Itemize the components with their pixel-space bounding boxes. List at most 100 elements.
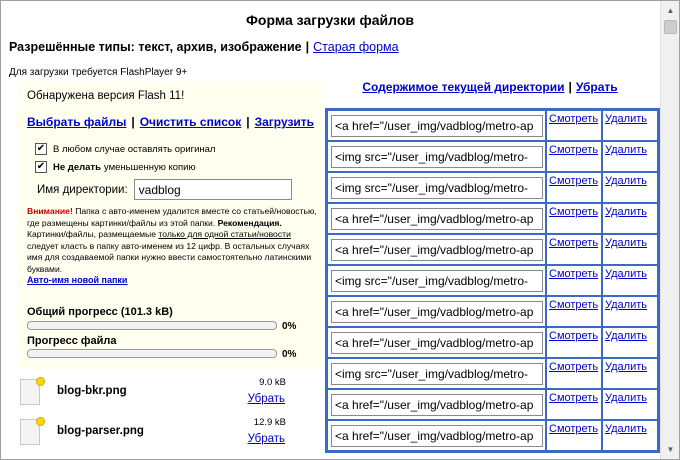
file-list-item: blog-parser.png 12.9 kB Убрать [18, 417, 298, 459]
code-cell [327, 327, 546, 358]
no-thumbnail-option[interactable]: ✔ Не делать уменьшенную копию [35, 161, 196, 173]
page-title: Форма загрузки файлов [245, 12, 415, 28]
delete-link[interactable]: Удалить [605, 361, 647, 373]
embed-code-field[interactable] [331, 425, 543, 447]
view-link[interactable]: Смотреть [549, 268, 598, 280]
code-cell [327, 141, 546, 172]
delete-cell: Удалить [602, 265, 658, 296]
delete-link[interactable]: Удалить [605, 392, 647, 404]
recommendation-body-2: следует класть в папку авто-именем из 12… [27, 240, 312, 274]
view-link[interactable]: Смотреть [549, 175, 598, 187]
table-row: Смотреть Удалить [327, 141, 658, 172]
keep-original-option[interactable]: ✔ В любом случае оставлять оригинал [35, 143, 215, 155]
uploader-panel: Обнаружена версия Flash 11! Выбрать файл… [17, 81, 321, 369]
code-cell [327, 296, 546, 327]
delete-link[interactable]: Удалить [605, 206, 647, 218]
view-link[interactable]: Смотреть [549, 361, 598, 373]
directory-remove-link[interactable]: Убрать [576, 80, 618, 94]
keep-original-checkbox[interactable]: ✔ [35, 143, 47, 155]
delete-link[interactable]: Удалить [605, 299, 647, 311]
separator: | [131, 115, 135, 129]
file-remove-link[interactable]: Убрать [248, 393, 285, 405]
view-cell: Смотреть [546, 327, 602, 358]
embed-code-field[interactable] [331, 394, 543, 416]
view-cell: Смотреть [546, 172, 602, 203]
view-cell: Смотреть [546, 358, 602, 389]
old-form-link[interactable]: Старая форма [313, 40, 398, 54]
delete-cell: Удалить [602, 327, 658, 358]
file-size: 9.0 kB [259, 377, 286, 388]
delete-link[interactable]: Удалить [605, 423, 647, 435]
delete-link[interactable]: Удалить [605, 175, 647, 187]
embed-code-field[interactable] [331, 115, 543, 137]
scrollbar-thumb[interactable] [664, 20, 677, 34]
embed-code-field[interactable] [331, 177, 543, 199]
select-files-link[interactable]: Выбрать файлы [27, 115, 126, 129]
view-link[interactable]: Смотреть [549, 299, 598, 311]
directory-files-table: Смотреть Удалить Смотреть Удалить Смотре… [325, 108, 660, 453]
total-progress-label: Общий прогресс (101.3 kB) [27, 306, 173, 318]
delete-link[interactable]: Удалить [605, 268, 647, 280]
recommendation-underline: только для одной статьи/новости [158, 229, 291, 239]
directory-name-row: Имя директории: [37, 179, 292, 200]
table-row: Смотреть Удалить [327, 234, 658, 265]
delete-link[interactable]: Удалить [605, 113, 647, 125]
recommendation-title: Рекомендация. [217, 217, 282, 228]
scroll-up-icon[interactable]: ▲ [663, 3, 678, 18]
directory-contents-link[interactable]: Содержимое текущей директории [362, 80, 564, 94]
embed-code-field[interactable] [331, 363, 543, 385]
embed-code-field[interactable] [331, 208, 543, 230]
scroll-down-icon[interactable]: ▼ [663, 442, 678, 457]
upload-link[interactable]: Загрузить [255, 115, 314, 129]
delete-cell: Удалить [602, 358, 658, 389]
code-cell [327, 234, 546, 265]
view-link[interactable]: Смотреть [549, 144, 598, 156]
delete-link[interactable]: Удалить [605, 237, 647, 249]
total-progress-bar [27, 321, 277, 330]
warning-title: Внимание! [27, 206, 73, 216]
directory-links: Содержимое текущей директории | Убрать [327, 80, 653, 94]
delete-cell: Удалить [602, 141, 658, 172]
uploader-actions: Выбрать файлы | Очистить список | Загрузить [27, 115, 314, 129]
vertical-scrollbar[interactable]: ▲ ▼ [660, 1, 679, 459]
view-cell: Смотреть [546, 389, 602, 420]
allowed-types-line: Разрешённые типы: текст, архив, изображе… [9, 40, 399, 54]
file-list-item: blog-bkr.png 9.0 kB Убрать [18, 377, 298, 419]
clear-list-link[interactable]: Очистить список [140, 115, 242, 129]
embed-code-field[interactable] [331, 146, 543, 168]
table-row: Смотреть Удалить [327, 265, 658, 296]
view-link[interactable]: Смотреть [549, 330, 598, 342]
no-thumbnail-checkbox[interactable]: ✔ [35, 161, 47, 173]
embed-code-field[interactable] [331, 301, 543, 323]
view-link[interactable]: Смотреть [549, 237, 598, 249]
delete-link[interactable]: Удалить [605, 330, 647, 342]
delete-cell: Удалить [602, 172, 658, 203]
view-link[interactable]: Смотреть [549, 392, 598, 404]
view-cell: Смотреть [546, 141, 602, 172]
flash-required-note: Для загрузки требуется FlashPlayer 9+ [9, 67, 188, 78]
file-thumbnail-icon [20, 417, 45, 445]
view-cell: Смотреть [546, 265, 602, 296]
file-remove-link[interactable]: Убрать [248, 433, 285, 445]
file-progress-label: Прогресс файла [27, 335, 117, 347]
embed-code-field[interactable] [331, 332, 543, 354]
delete-link[interactable]: Удалить [605, 144, 647, 156]
code-cell [327, 110, 546, 141]
embed-code-field[interactable] [331, 270, 543, 292]
no-thumbnail-label: уменьшенную копию [103, 161, 196, 173]
embed-code-field[interactable] [331, 239, 543, 261]
separator: | [305, 40, 310, 54]
delete-cell: Удалить [602, 234, 658, 265]
view-link[interactable]: Смотреть [549, 206, 598, 218]
table-row: Смотреть Удалить [327, 172, 658, 203]
separator: | [246, 115, 250, 129]
view-link[interactable]: Смотреть [549, 423, 598, 435]
delete-cell: Удалить [602, 296, 658, 327]
status-dot-icon [36, 377, 45, 386]
auto-name-link[interactable]: Авто-имя новой папки [27, 275, 127, 285]
directory-name-input[interactable] [133, 179, 292, 200]
separator: | [568, 80, 572, 94]
table-row: Смотреть Удалить [327, 420, 658, 451]
table-row: Смотреть Удалить [327, 389, 658, 420]
view-link[interactable]: Смотреть [549, 113, 598, 125]
